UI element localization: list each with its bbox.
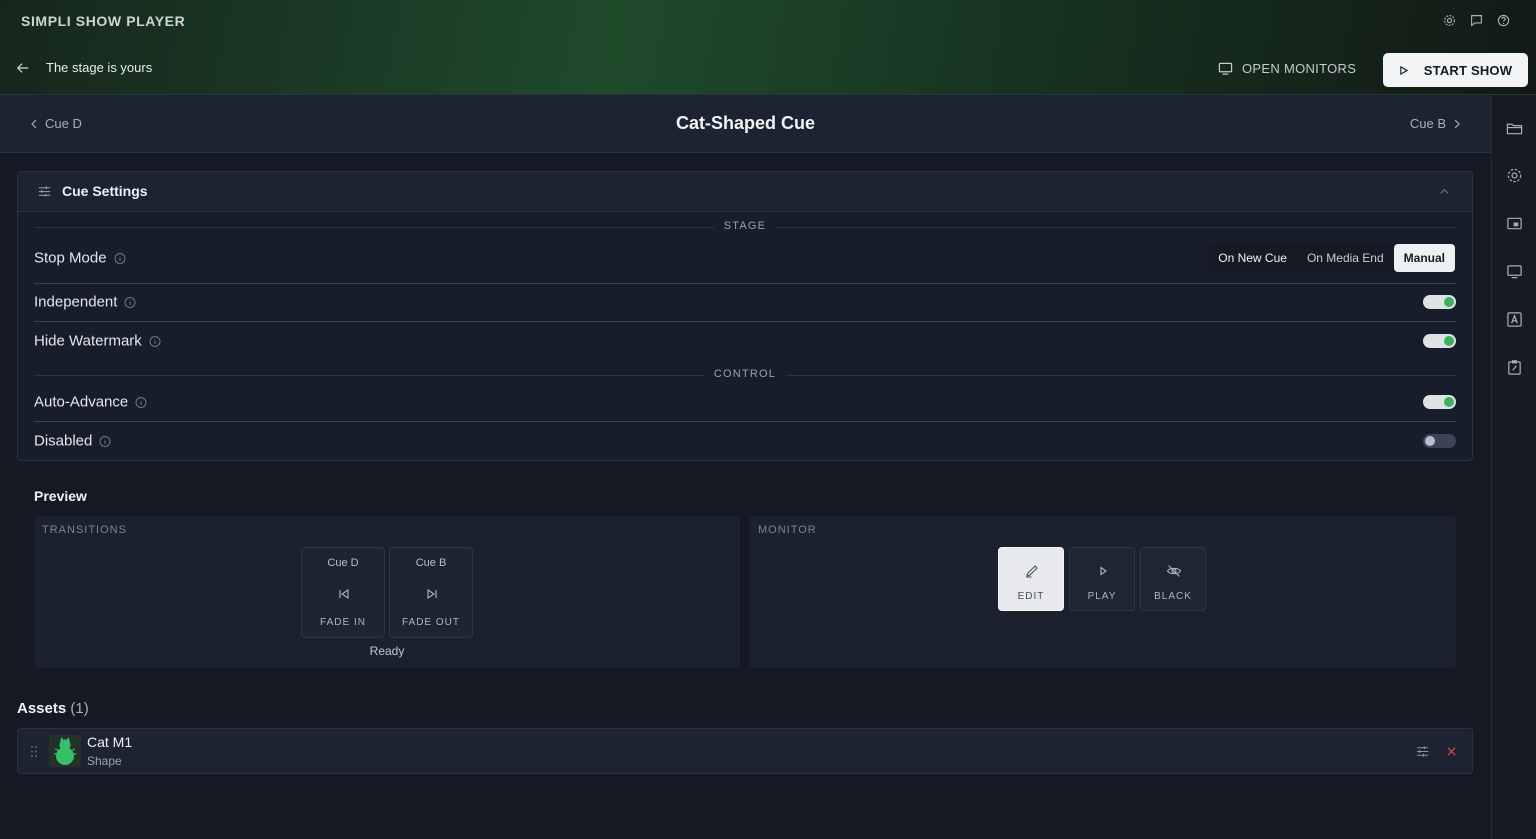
preview-title: Preview [34, 488, 87, 504]
cue-settings-title: Cue Settings [62, 183, 148, 199]
auto-advance-row: Auto-Advance [34, 383, 1456, 421]
cue-header: Cue D Cat-Shaped Cue Cue B [0, 95, 1491, 153]
back-arrow-icon[interactable] [16, 61, 30, 75]
info-icon[interactable] [114, 252, 126, 264]
next-cue-label: Cue B [1409, 116, 1446, 131]
info-icon[interactable] [124, 296, 136, 308]
disabled-row: Disabled [34, 422, 1456, 460]
back-row: The stage is yours [16, 60, 152, 75]
fade-out-cue: Cue B [415, 557, 447, 569]
eye-off-icon [1166, 565, 1182, 577]
monitor-panel: MONITOR EDIT PLAY BLACK [750, 516, 1456, 668]
top-icons [1443, 14, 1510, 27]
independent-row: Independent [34, 283, 1456, 321]
stage-section-divider: STAGE [34, 220, 1456, 234]
fade-in-cue: Cue D [327, 557, 359, 569]
right-rail [1491, 95, 1536, 839]
chevron-up-icon[interactable] [1439, 186, 1450, 197]
assets-count: (1) [70, 700, 89, 717]
play-label: PLAY [1087, 591, 1117, 602]
info-icon[interactable] [99, 435, 111, 447]
top-bar: SIMPLI SHOW PLAYER The stage is yours OP… [0, 0, 1536, 95]
stop-mode-row: Stop Mode On New Cue On Media End Manual [34, 239, 1456, 277]
drag-handle-icon[interactable] [30, 745, 38, 758]
asset-type: Shape [87, 754, 122, 768]
start-show-label: START SHOW [1423, 62, 1513, 78]
clipboard-icon[interactable] [1506, 359, 1523, 376]
help-icon[interactable] [1497, 14, 1510, 27]
fade-in-label: FADE IN [320, 617, 366, 628]
settings-icon[interactable] [1506, 167, 1523, 184]
fade-out-button[interactable]: Cue B FADE OUT [389, 547, 473, 638]
asset-thumbnail [49, 735, 81, 767]
skip-back-icon [339, 588, 349, 600]
open-monitors-label: OPEN MONITORS [1242, 61, 1357, 76]
play-icon [1100, 566, 1107, 576]
transitions-panel: TRANSITIONS Cue D FADE IN Cue B FADE OUT… [34, 516, 740, 668]
auto-advance-label: Auto-Advance [34, 393, 129, 411]
start-show-button[interactable]: START SHOW [1383, 53, 1528, 87]
sliders-icon [38, 186, 51, 197]
stop-mode-label: Stop Mode [34, 249, 107, 267]
independent-label: Independent [34, 293, 118, 311]
edit-label: EDIT [1017, 591, 1045, 602]
hide-watermark-label: Hide Watermark [34, 332, 142, 350]
stop-mode-selector: On New Cue On Media End Manual [1208, 244, 1455, 272]
fade-out-label: FADE OUT [401, 617, 460, 628]
transition-status: Ready [369, 644, 405, 658]
info-icon[interactable] [149, 335, 161, 347]
next-cue-button[interactable]: Cue B [1410, 116, 1461, 131]
assets-title: Assets (1) [17, 700, 89, 717]
stage-section-label: STAGE [713, 220, 777, 232]
fade-in-button[interactable]: Cue D FADE IN [301, 547, 385, 638]
stop-mode-option-on-media-end[interactable]: On Media End [1297, 244, 1394, 272]
cat-shape-icon [54, 737, 76, 765]
disabled-toggle[interactable] [1423, 434, 1456, 448]
gear-icon[interactable] [1443, 14, 1456, 27]
play-button[interactable]: PLAY [1069, 547, 1135, 611]
transitions-label: TRANSITIONS [42, 524, 127, 536]
back-label: The stage is yours [46, 60, 153, 75]
stop-mode-option-manual[interactable]: Manual [1393, 244, 1455, 272]
pencil-icon [1026, 565, 1038, 578]
monitor-label: MONITOR [758, 524, 817, 536]
control-section-label: CONTROL [703, 368, 787, 380]
monitor-icon[interactable] [1506, 263, 1523, 280]
info-icon[interactable] [135, 396, 147, 408]
black-label: BLACK [1154, 591, 1192, 602]
asset-name: Cat M1 [87, 734, 133, 750]
cue-title: Cat-Shaped Cue [675, 113, 816, 133]
delete-icon[interactable] [1446, 746, 1457, 757]
monitor-icon [1218, 62, 1233, 75]
cue-settings-header[interactable]: Cue Settings [18, 172, 1472, 212]
hide-watermark-row: Hide Watermark [34, 322, 1456, 360]
disabled-label: Disabled [34, 432, 93, 450]
play-icon [1400, 65, 1408, 75]
skip-forward-icon [427, 588, 437, 600]
control-section-divider: CONTROL [34, 368, 1456, 382]
auto-advance-toggle[interactable] [1423, 395, 1456, 409]
assets-title-label: Assets [17, 700, 67, 717]
edit-button[interactable]: EDIT [998, 547, 1064, 611]
chat-icon[interactable] [1470, 14, 1483, 27]
media-icon[interactable] [1506, 215, 1523, 232]
cue-settings-panel: Cue Settings STAGE Stop Mode On New Cue … [17, 171, 1473, 461]
black-button[interactable]: BLACK [1140, 547, 1206, 611]
stop-mode-option-on-new-cue[interactable]: On New Cue [1208, 244, 1297, 272]
chevron-right-icon [1454, 119, 1460, 128]
open-monitors-button[interactable]: OPEN MONITORS [1218, 61, 1356, 76]
independent-toggle[interactable] [1423, 295, 1456, 309]
text-icon[interactable] [1506, 311, 1523, 328]
app-title: SIMPLI SHOW PLAYER [21, 13, 186, 29]
adjust-icon[interactable] [1416, 745, 1429, 758]
folder-icon[interactable] [1506, 120, 1523, 137]
hide-watermark-toggle[interactable] [1423, 334, 1456, 348]
asset-row[interactable]: Cat M1 Shape [17, 728, 1473, 774]
